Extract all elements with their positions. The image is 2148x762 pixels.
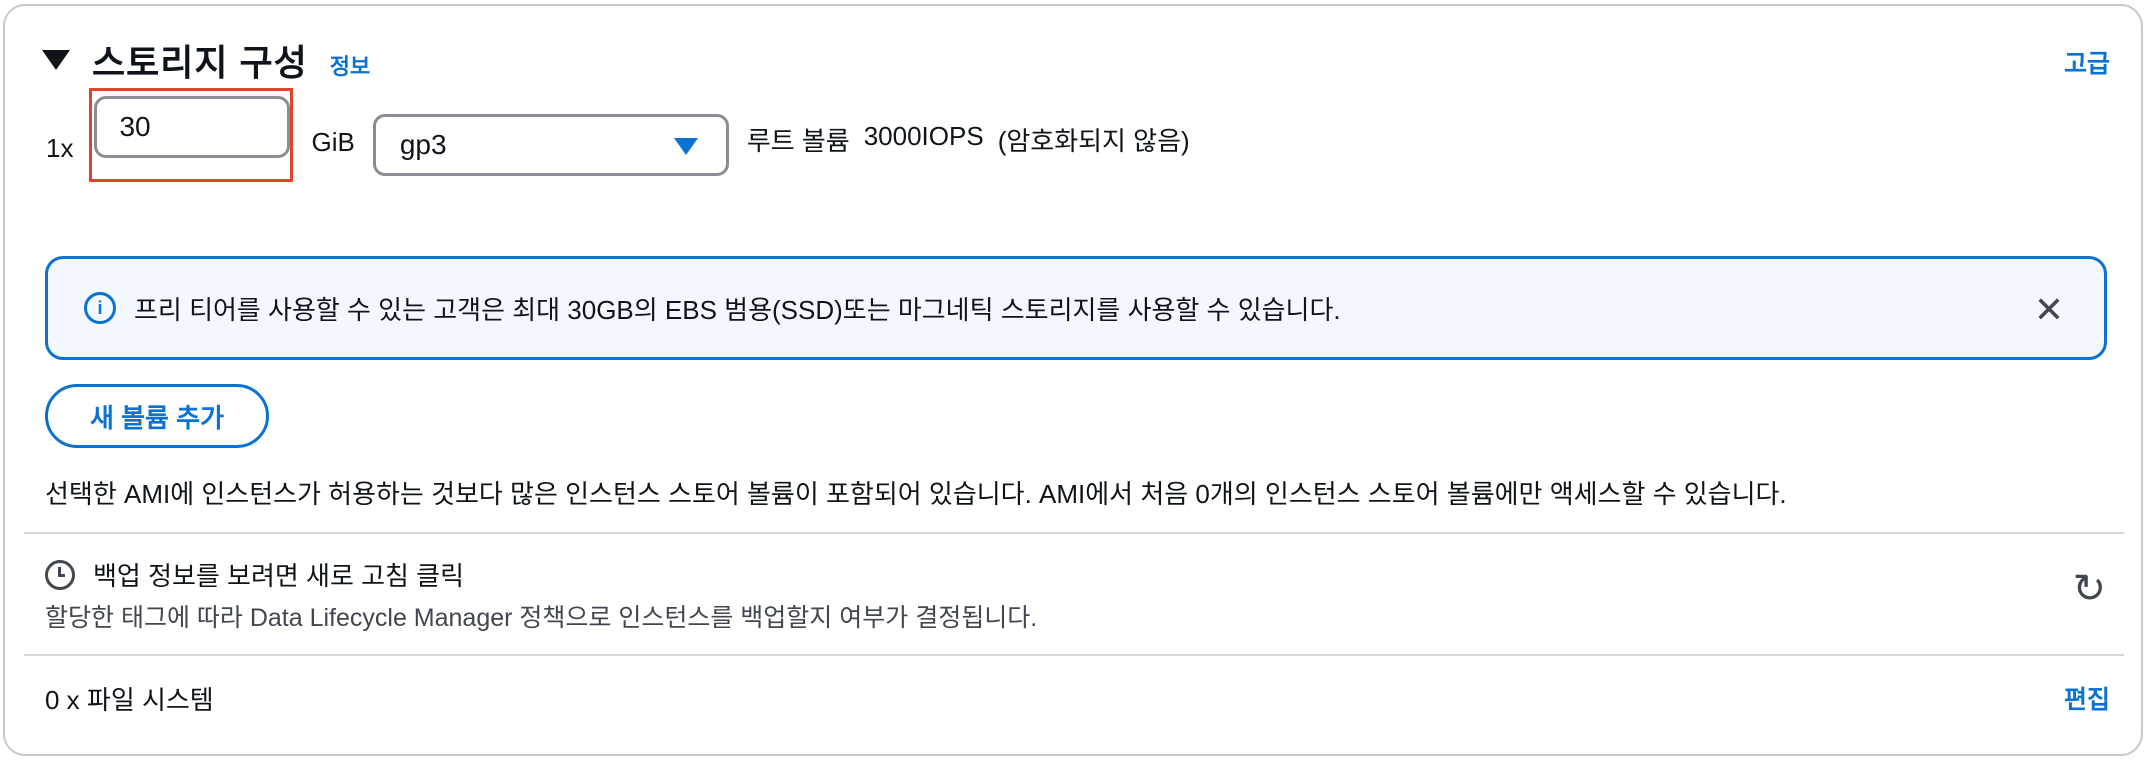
iops-value: 3000IOPS <box>863 120 984 151</box>
section-title: 스토리지 구성 <box>92 42 308 83</box>
volume-type-select[interactable]: gp3 <box>372 114 729 176</box>
file-systems-label: 0 x 파일 시스템 <box>45 685 214 715</box>
advanced-link[interactable]: 고급 <box>2064 44 2110 80</box>
divider <box>24 532 2124 534</box>
free-tier-alert: i 프리 티어를 사용할 수 있는 고객은 최대 30GB의 EBS 범용(SS… <box>45 256 2107 360</box>
info-icon: i <box>84 292 116 324</box>
volume-size-input[interactable] <box>94 96 291 158</box>
clock-icon <box>45 559 75 590</box>
ami-notice: 선택한 AMI에 인스턴스가 허용하는 것보다 많은 인스턴스 스토어 볼륨이 … <box>45 479 1787 509</box>
refresh-icon[interactable]: ↻ <box>2072 566 2106 612</box>
volume-type-value: gp3 <box>399 129 447 160</box>
volume-description: 루트 볼륨 3000IOPS (암호화되지 않음) <box>747 121 1190 158</box>
divider <box>24 654 2124 656</box>
edit-link[interactable]: 편집 <box>2064 680 2110 716</box>
root-volume-row: 1x GiB gp3 루트 볼륨 3000IOPS (암호화되지 않음) <box>46 88 1190 182</box>
storage-config-panel <box>3 4 2143 756</box>
volume-multiplier: 1x <box>46 132 74 163</box>
volume-unit: GiB <box>311 126 355 157</box>
add-volume-button[interactable]: 새 볼륨 추가 <box>45 384 269 448</box>
backup-info-row: 백업 정보를 보려면 새로 고침 클릭 <box>45 556 464 593</box>
backup-subtitle: 할당한 태그에 따라 Data Lifecycle Manager 정책으로 인… <box>45 604 1038 632</box>
alert-text: 프리 티어를 사용할 수 있는 고객은 최대 30GB의 EBS 범용(SSD)… <box>134 294 1341 325</box>
backup-title: 백업 정보를 보려면 새로 고침 클릭 <box>93 561 464 591</box>
close-icon[interactable]: ✕ <box>2034 289 2064 331</box>
info-link[interactable]: 정보 <box>330 49 370 81</box>
dropdown-arrow-icon <box>673 138 698 155</box>
section-header: 스토리지 구성 정보 <box>42 34 370 86</box>
volume-size-wrapper <box>89 88 294 182</box>
collapse-caret-icon[interactable] <box>42 50 70 70</box>
root-volume-label: 루트 볼륨 <box>746 125 850 156</box>
encryption-status: (암호화되지 않음) <box>997 125 1190 156</box>
